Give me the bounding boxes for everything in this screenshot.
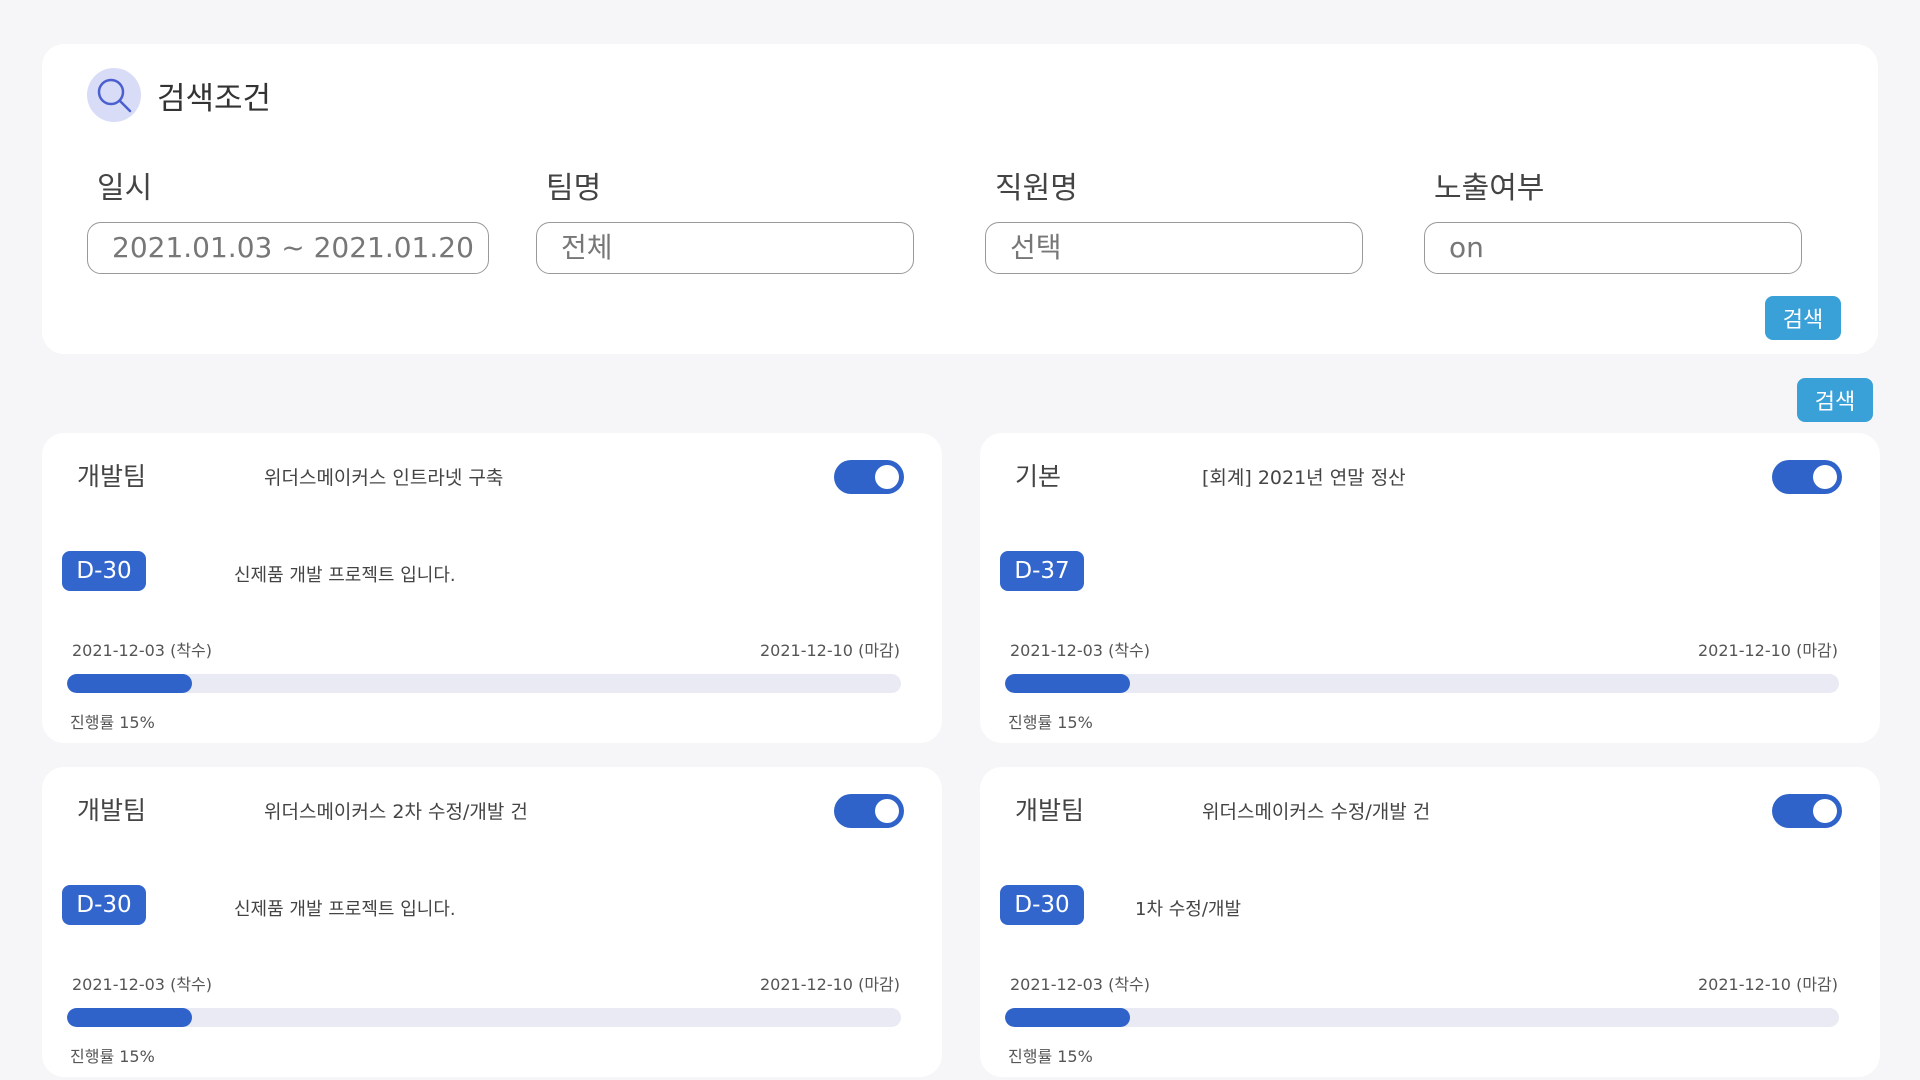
visibility-toggle[interactable] — [1772, 794, 1842, 828]
progress-bar — [67, 674, 901, 693]
end-date: 2021-12-10 (마감) — [760, 975, 900, 994]
card-description: 신제품 개발 프로젝트 입니다. — [234, 565, 456, 586]
visibility-select[interactable]: on — [1424, 222, 1802, 274]
field-team-label: 팀명 — [546, 171, 602, 206]
field-date: 일시 2021.01.03 ~ 2021.01.20 — [87, 166, 489, 274]
toggle-knob — [1813, 465, 1837, 489]
start-date: 2021-12-03 (착수) — [72, 641, 212, 660]
progress-fill — [1005, 1008, 1131, 1027]
search-header: 검색조건 — [87, 68, 271, 122]
employee-select[interactable]: 선택 — [985, 222, 1363, 274]
card-team: 개발팀 — [77, 796, 147, 825]
progress-fill — [67, 1008, 193, 1027]
search-panel: 검색조건 일시 2021.01.03 ~ 2021.01.20 팀명 전체 직원… — [42, 44, 1878, 354]
end-date: 2021-12-10 (마감) — [1698, 641, 1838, 660]
progress-label: 진행률 15% — [1008, 713, 1093, 732]
project-card[interactable]: 개발팀 위더스메이커스 2차 수정/개발 건 D-30 신제품 개발 프로젝트 … — [42, 767, 942, 1077]
visibility-toggle[interactable] — [834, 794, 904, 828]
card-team: 개발팀 — [77, 462, 147, 491]
card-team: 기본 — [1015, 462, 1062, 491]
progress-label: 진행률 15% — [70, 1047, 155, 1066]
card-title: [회계] 2021년 연말 정산 — [1202, 467, 1406, 489]
start-date: 2021-12-03 (착수) — [1010, 641, 1150, 660]
toggle-knob — [875, 799, 899, 823]
toggle-knob — [1813, 799, 1837, 823]
card-title: 위더스메이커스 2차 수정/개발 건 — [264, 801, 528, 823]
card-description: 1차 수정/개발 — [1135, 899, 1242, 920]
end-date: 2021-12-10 (마감) — [1698, 975, 1838, 994]
search-icon — [87, 68, 141, 122]
progress-fill — [67, 674, 193, 693]
progress-fill — [1005, 674, 1131, 693]
field-visibility: 노출여부 on — [1424, 166, 1802, 274]
card-team: 개발팀 — [1015, 796, 1085, 825]
project-card[interactable]: 개발팀 위더스메이커스 인트라넷 구축 D-30 신제품 개발 프로젝트 입니다… — [42, 433, 942, 743]
start-date: 2021-12-03 (착수) — [72, 975, 212, 994]
search-title: 검색조건 — [157, 80, 272, 117]
field-employee: 직원명 선택 — [985, 166, 1363, 274]
card-description: 신제품 개발 프로젝트 입니다. — [234, 899, 456, 920]
project-card[interactable]: 개발팀 위더스메이커스 수정/개발 건 D-30 1차 수정/개발 2021-1… — [980, 767, 1880, 1077]
list-search-button[interactable]: 검색 — [1797, 378, 1873, 422]
date-range-input[interactable]: 2021.01.03 ~ 2021.01.20 — [87, 222, 489, 274]
progress-label: 진행률 15% — [70, 713, 155, 732]
project-card[interactable]: 기본 [회계] 2021년 연말 정산 D-37 2021-12-03 (착수)… — [980, 433, 1880, 743]
progress-label: 진행률 15% — [1008, 1047, 1093, 1066]
field-date-label: 일시 — [97, 171, 153, 206]
progress-bar — [1005, 1008, 1839, 1027]
dday-badge: D-30 — [1000, 885, 1084, 925]
field-employee-label: 직원명 — [995, 171, 1078, 206]
visibility-toggle[interactable] — [834, 460, 904, 494]
team-select[interactable]: 전체 — [536, 222, 914, 274]
toggle-knob — [875, 465, 899, 489]
search-button[interactable]: 검색 — [1765, 296, 1841, 340]
dday-badge: D-37 — [1000, 551, 1084, 591]
field-visibility-label: 노출여부 — [1434, 171, 1545, 206]
card-title: 위더스메이커스 수정/개발 건 — [1202, 801, 1431, 823]
visibility-toggle[interactable] — [1772, 460, 1842, 494]
progress-bar — [67, 1008, 901, 1027]
field-team: 팀명 전체 — [536, 166, 914, 274]
progress-bar — [1005, 674, 1839, 693]
end-date: 2021-12-10 (마감) — [760, 641, 900, 660]
card-title: 위더스메이커스 인트라넷 구축 — [264, 467, 504, 489]
start-date: 2021-12-03 (착수) — [1010, 975, 1150, 994]
dday-badge: D-30 — [62, 885, 146, 925]
page: 검색조건 일시 2021.01.03 ~ 2021.01.20 팀명 전체 직원… — [0, 0, 1920, 1080]
dday-badge: D-30 — [62, 551, 146, 591]
